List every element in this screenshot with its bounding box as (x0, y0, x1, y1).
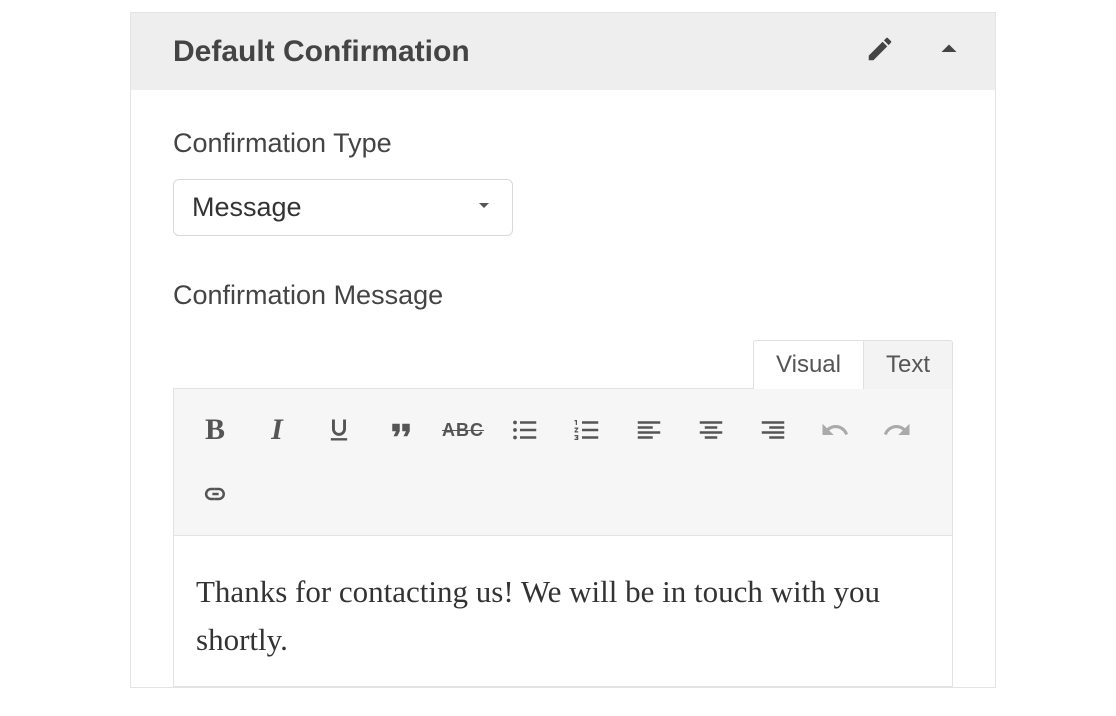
confirmation-message-label: Confirmation Message (173, 280, 953, 311)
strikethrough-button[interactable]: ABC (436, 403, 490, 457)
redo-button[interactable] (870, 403, 924, 457)
bullet-list-button[interactable] (498, 403, 552, 457)
editor-toolbar: B I ABC (173, 388, 953, 536)
editor-content-area[interactable]: Thanks for contacting us! We will be in … (173, 536, 953, 687)
tab-visual[interactable]: Visual (753, 340, 864, 389)
underline-button[interactable] (312, 403, 366, 457)
header-actions (865, 31, 967, 72)
edit-icon[interactable] (865, 34, 895, 69)
italic-button[interactable]: I (250, 403, 304, 457)
align-right-button[interactable] (746, 403, 800, 457)
tab-text[interactable]: Text (863, 340, 953, 389)
align-left-button[interactable] (622, 403, 676, 457)
editor-tabs: Visual Text (173, 339, 953, 388)
align-center-button[interactable] (684, 403, 738, 457)
undo-button[interactable] (808, 403, 862, 457)
panel-header: Default Confirmation (131, 13, 995, 90)
bold-button[interactable]: B (188, 403, 242, 457)
editor-text: Thanks for contacting us! We will be in … (196, 568, 930, 664)
chevron-down-icon (472, 193, 496, 222)
link-button[interactable] (188, 467, 242, 521)
collapse-icon[interactable] (931, 31, 967, 72)
panel-body: Confirmation Type Message Confirmation M… (131, 90, 995, 687)
numbered-list-button[interactable] (560, 403, 614, 457)
confirmation-type-label: Confirmation Type (173, 128, 953, 159)
panel-title: Default Confirmation (173, 35, 865, 69)
confirmation-type-select[interactable]: Message (173, 179, 513, 236)
select-value: Message (192, 192, 302, 223)
confirmation-panel: Default Confirmation Confirmation Type M… (130, 12, 996, 688)
blockquote-button[interactable] (374, 403, 428, 457)
